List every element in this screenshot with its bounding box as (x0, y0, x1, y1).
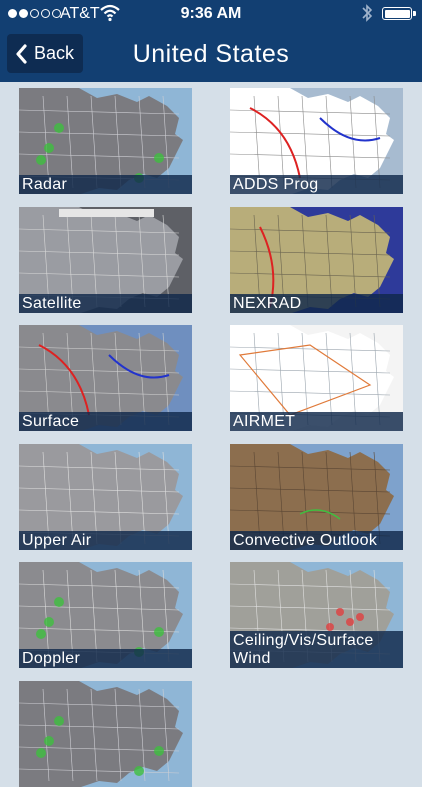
map-tile[interactable]: ADDS Prog (230, 88, 403, 194)
map-tile[interactable] (19, 681, 192, 787)
map-tile-label: Convective Outlook (230, 531, 403, 550)
bluetooth-icon (362, 4, 373, 22)
map-tile[interactable]: NEXRAD (230, 207, 403, 313)
battery-icon (382, 7, 412, 20)
map-tile-label: ADDS Prog (230, 175, 403, 194)
map-tile-label: NEXRAD (230, 294, 403, 313)
map-tile-label: Surface (19, 412, 192, 431)
map-tile[interactable]: AIRMET (230, 325, 403, 431)
map-tile-label: Doppler (19, 649, 192, 668)
map-tile-label: Radar (19, 175, 192, 194)
map-tile[interactable]: Ceiling/Vis/Surface Wind (230, 562, 403, 668)
map-thumbnail (19, 681, 192, 787)
map-tile-label: AIRMET (230, 412, 403, 431)
map-tile-label: Ceiling/Vis/Surface Wind (230, 631, 403, 668)
map-tile[interactable]: Doppler (19, 562, 192, 668)
map-tile[interactable]: Radar (19, 88, 192, 194)
map-tile[interactable]: Convective Outlook (230, 444, 403, 550)
map-tile[interactable]: Satellite (19, 207, 192, 313)
map-tile[interactable]: Surface (19, 325, 192, 431)
map-tile[interactable]: Upper Air (19, 444, 192, 550)
map-tile-label: Upper Air (19, 531, 192, 550)
map-tile-label: Satellite (19, 294, 192, 313)
status-bar: AT&T 9:36 AM (0, 0, 422, 30)
status-time: 9:36 AM (180, 5, 242, 22)
navigation-header: AT&T 9:36 AM Back United States (0, 0, 422, 82)
page-title: United States (132, 40, 290, 68)
